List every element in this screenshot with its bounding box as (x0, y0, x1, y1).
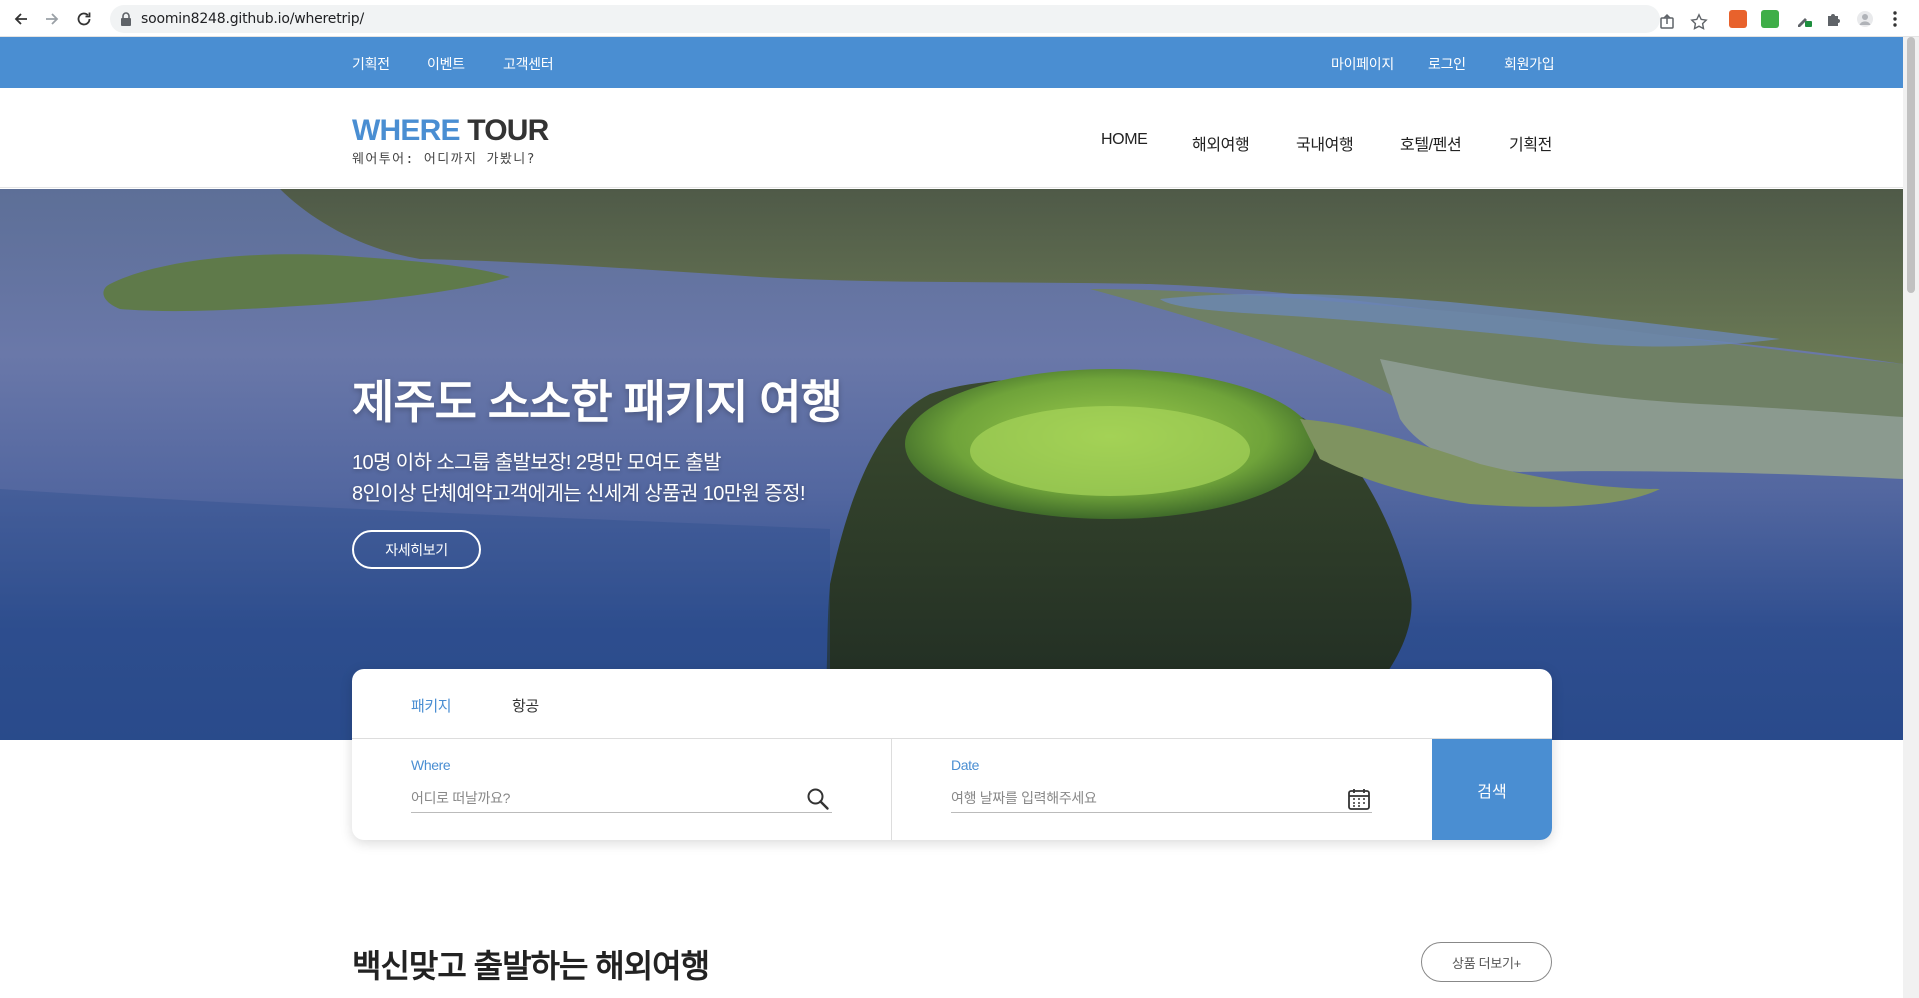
address-bar[interactable]: soomin8248.github.io/wheretrip/ (110, 5, 1708, 33)
hero-subtitle: 10명 이하 소그룹 출발보장! 2명만 모여도 출발 8인이상 단체예약고객에… (352, 448, 806, 510)
arrow-left-icon (14, 13, 27, 25)
url-text: soomin8248.github.io/wheretrip/ (141, 11, 364, 27)
browser-toolbar: soomin8248.github.io/wheretrip/ (0, 0, 1919, 37)
logo-word-tour: TOUR (467, 114, 549, 147)
puzzle-icon[interactable] (1825, 10, 1843, 28)
logo-word-where: WHERE (352, 114, 460, 147)
reload-button[interactable] (71, 6, 97, 32)
arrow-right-icon (46, 13, 59, 25)
forward-button[interactable] (39, 6, 65, 32)
section-title: 백신맞고 출발하는 해외여행 (352, 948, 710, 984)
menu-kebab-icon[interactable] (1892, 10, 1898, 28)
lock-icon (121, 12, 131, 26)
nav-overseas[interactable]: 해외여행 (1192, 131, 1250, 155)
search-icon[interactable] (806, 787, 830, 811)
util-link-support[interactable]: 고객센터 (503, 54, 554, 74)
page-scrollbar[interactable] (1903, 37, 1919, 998)
reload-icon (77, 12, 91, 26)
jeju-island-aerial-image (0, 189, 1903, 740)
more-products-button[interactable]: 상품 더보기+ (1421, 942, 1552, 982)
main-header: WHERE TOUR 웨어투어: 어디까지 가봤니? HOME 해외여행 국내여… (0, 88, 1903, 188)
util-link-login[interactable]: 로그인 (1428, 54, 1466, 74)
profile-avatar-icon[interactable] (1856, 10, 1874, 28)
nav-home[interactable]: HOME (1101, 131, 1148, 149)
tab-package[interactable]: 패키지 (411, 695, 452, 716)
calendar-icon[interactable] (1347, 787, 1371, 811)
search-panel: 패키지 항공 Where Date 검색 (352, 669, 1552, 840)
nav-hotel[interactable]: 호텔/펜션 (1400, 131, 1462, 155)
utility-bar: 기획전 이벤트 고객센터 마이페이지 로그인 회원가입 (0, 37, 1903, 88)
nav-domestic[interactable]: 국내여행 (1296, 131, 1354, 155)
extension-icon-orange[interactable] (1729, 10, 1747, 28)
search-tabs: 패키지 항공 (352, 669, 1552, 739)
where-field: Where (352, 739, 891, 840)
scrollbar-thumb[interactable] (1907, 37, 1915, 293)
search-button[interactable]: 검색 (1432, 739, 1552, 840)
util-link-signup[interactable]: 회원가입 (1504, 54, 1555, 74)
util-link-event[interactable]: 이벤트 (427, 54, 465, 74)
hero-detail-button[interactable]: 자세히보기 (352, 530, 481, 569)
tab-flight[interactable]: 항공 (512, 695, 539, 716)
date-label: Date (951, 757, 979, 773)
page-viewport: 기획전 이벤트 고객센터 마이페이지 로그인 회원가입 WHERE TOUR 웨… (0, 37, 1903, 998)
back-button[interactable] (8, 6, 34, 32)
where-label: Where (411, 757, 451, 773)
hero-subtitle-line-2: 8인이상 단체예약고객에게는 신세계 상품권 10만원 증정! (352, 483, 806, 505)
share-icon[interactable] (1658, 13, 1676, 31)
date-field: Date (892, 739, 1432, 840)
hero-title: 제주도 소소한 패키지 여행 (352, 376, 843, 428)
star-icon[interactable] (1690, 13, 1708, 31)
hero-subtitle-line-1: 10명 이하 소그룹 출발보장! 2명만 모여도 출발 (352, 452, 721, 474)
nav-exhibition[interactable]: 기획전 (1509, 131, 1552, 155)
date-input[interactable] (951, 783, 1372, 813)
hero-banner: 제주도 소소한 패키지 여행 10명 이하 소그룹 출발보장! 2명만 모여도 … (0, 189, 1903, 740)
extension-icon-green[interactable] (1761, 10, 1779, 28)
site-logo[interactable]: WHERE TOUR 웨어투어: 어디까지 가봤니? (352, 114, 549, 168)
where-input[interactable] (411, 783, 832, 813)
util-link-mypage[interactable]: 마이페이지 (1331, 54, 1394, 74)
util-link-exhibition[interactable]: 기획전 (352, 54, 390, 74)
logo-tagline: 웨어투어: 어디까지 가봤니? (352, 152, 536, 167)
eyedropper-extension-icon[interactable] (1795, 10, 1813, 28)
